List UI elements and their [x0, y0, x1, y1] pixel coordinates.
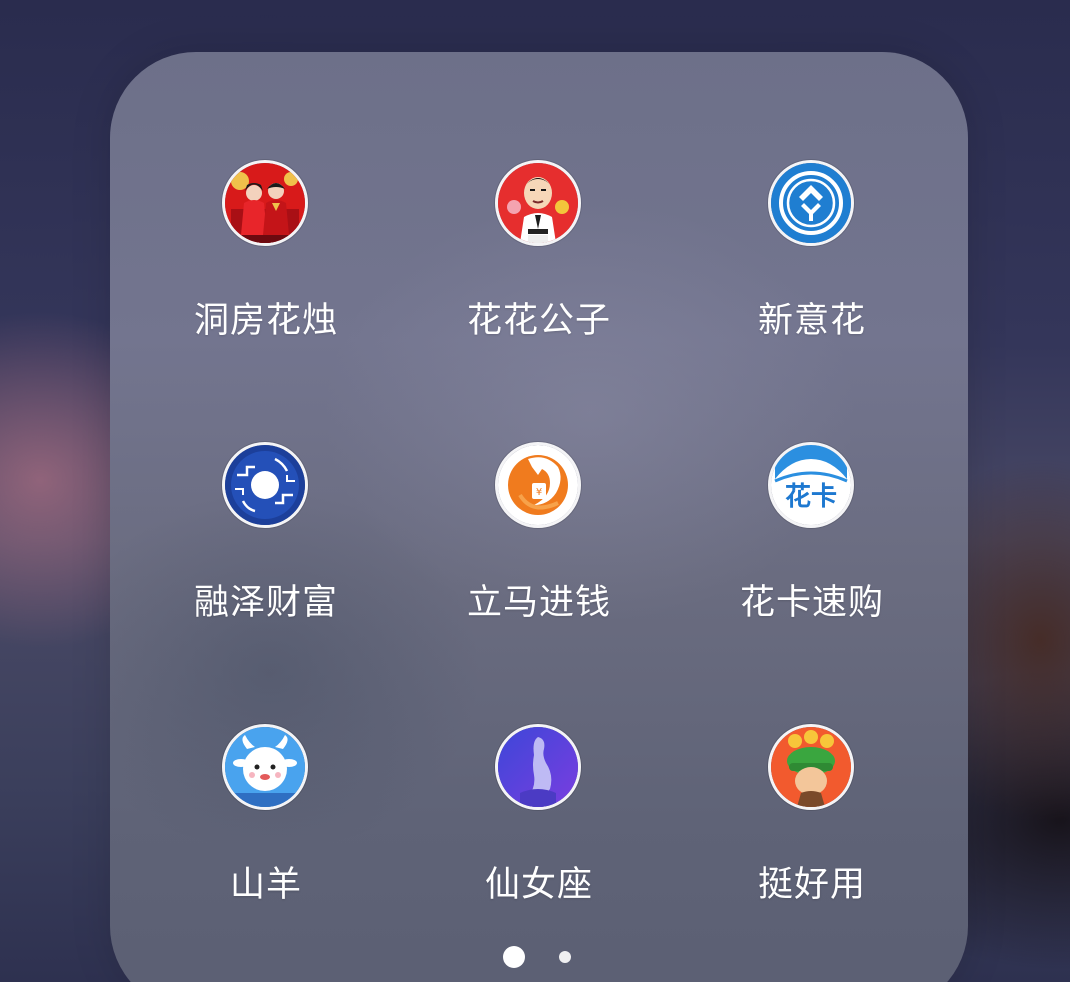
page-dot-active[interactable]: [503, 946, 525, 968]
cartoon-gentleman-icon: [495, 160, 581, 246]
huaka-text-logo-icon: 花卡: [768, 442, 854, 528]
app-label: 山羊: [229, 865, 302, 905]
app-tinghaoyong[interactable]: 挺好用: [692, 724, 932, 924]
app-xinyihua[interactable]: 新意花: [692, 160, 932, 360]
app-label: 仙女座: [484, 865, 593, 905]
green-cap-mascot-icon: [768, 724, 854, 810]
app-label: 花卡速购: [739, 583, 884, 623]
app-label: 花花公子: [466, 301, 611, 341]
svg-text:¥: ¥: [536, 487, 542, 498]
app-rongze-caifu[interactable]: 融泽财富: [146, 442, 386, 642]
app-label: 洞房花烛: [193, 301, 338, 341]
app-label: 融泽财富: [193, 583, 338, 623]
purple-fairy-icon: [495, 724, 581, 810]
app-shanyang[interactable]: 山羊: [146, 724, 386, 924]
app-label: 挺好用: [757, 865, 866, 905]
app-xiannvzuo[interactable]: 仙女座: [419, 724, 659, 924]
app-folder: 洞房花烛 花花公子 新意花 融泽财富 ¥ 立马进钱 花卡 花卡速购 山羊 仙女座…: [110, 52, 968, 982]
orange-horse-yuan-icon: ¥: [495, 442, 581, 528]
app-lima-jinqian[interactable]: ¥ 立马进钱: [419, 442, 659, 642]
app-label: 新意花: [757, 301, 866, 341]
blue-shield-logo-icon: [768, 160, 854, 246]
svg-text:花卡: 花卡: [785, 482, 837, 512]
page-dot-inactive[interactable]: [559, 951, 571, 963]
app-huahua-gongzi[interactable]: 花花公子: [419, 160, 659, 360]
app-huaka-sugou[interactable]: 花卡 花卡速购: [692, 442, 932, 642]
blue-jade-disc-icon: [222, 442, 308, 528]
wedding-couple-icon: [222, 160, 308, 246]
white-goat-icon: [222, 724, 308, 810]
app-dongfang-huazhu[interactable]: 洞房花烛: [146, 160, 386, 360]
page-indicator: [0, 944, 1070, 970]
app-label: 立马进钱: [466, 583, 611, 623]
